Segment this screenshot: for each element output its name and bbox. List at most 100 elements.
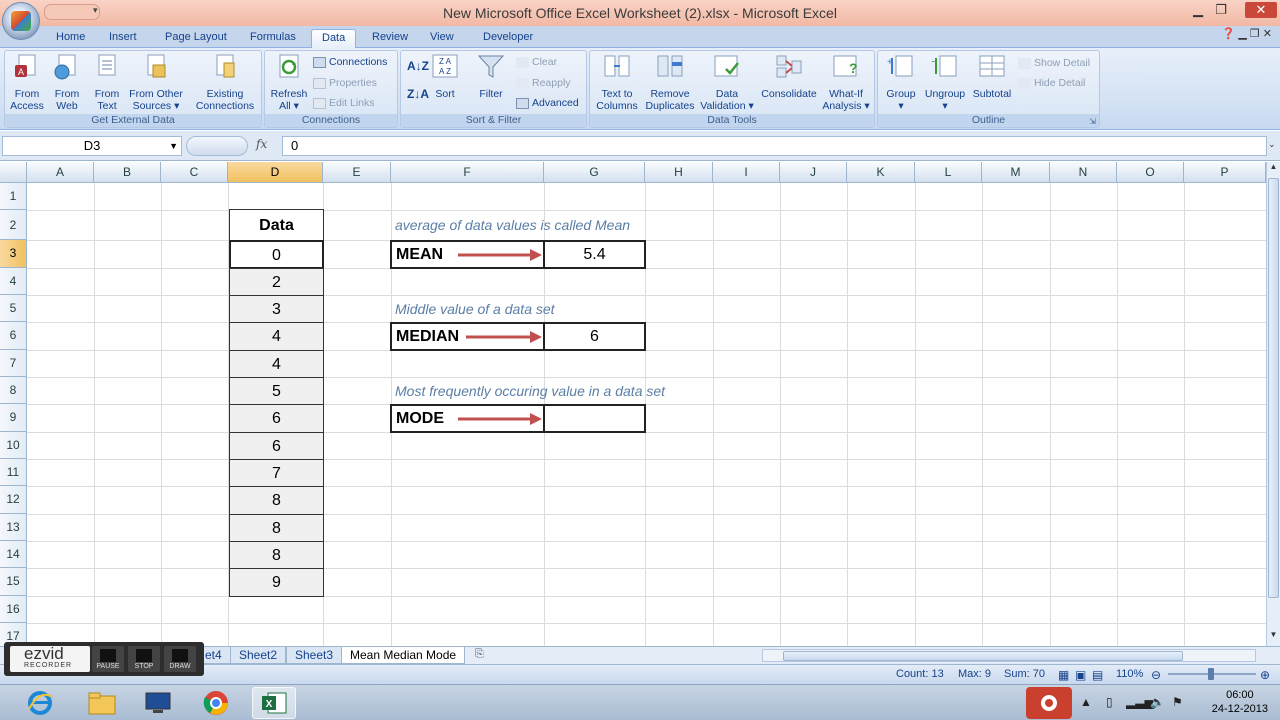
row-header-8[interactable]: 8 <box>0 377 27 404</box>
sheet-tab-sheet3[interactable]: Sheet3 <box>286 647 343 664</box>
data-cell-d15[interactable]: 9 <box>229 568 324 597</box>
zoom-slider[interactable] <box>1168 668 1256 680</box>
mean-note[interactable]: average of data values is called Mean <box>395 217 630 233</box>
column-header-m[interactable]: M <box>982 162 1050 183</box>
connections-button[interactable]: Connections <box>313 56 387 68</box>
tray-expand-icon[interactable]: ▲ <box>1080 695 1092 709</box>
row-header-5[interactable]: 5 <box>0 295 27 322</box>
sort-za-icon[interactable]: Z↓A <box>407 87 429 101</box>
excel-taskbar-icon[interactable]: X <box>252 687 296 719</box>
from-access-button[interactable]: A From Access <box>7 53 47 112</box>
file-explorer-icon[interactable] <box>80 687 124 719</box>
remove-duplicates-button[interactable]: Remove Duplicates <box>642 53 698 112</box>
close-button[interactable]: ✕ <box>1245 2 1277 18</box>
data-header-cell[interactable]: Data <box>229 209 324 241</box>
refresh-all-button[interactable]: Refresh All ▾ <box>267 53 311 112</box>
data-cell-d9[interactable]: 6 <box>229 404 324 433</box>
select-all-corner[interactable] <box>0 162 27 183</box>
from-other-sources-button[interactable]: From Other Sources ▾ <box>125 53 187 112</box>
filter-button[interactable]: Filter <box>473 53 509 100</box>
column-header-c[interactable]: C <box>161 162 228 183</box>
data-cell-d7[interactable]: 4 <box>229 350 324 378</box>
row-header-12[interactable]: 12 <box>0 486 27 514</box>
tab-home[interactable]: Home <box>46 29 95 48</box>
column-header-n[interactable]: N <box>1050 162 1117 183</box>
chrome-icon[interactable] <box>194 687 238 719</box>
subtotal-button[interactable]: Subtotal <box>968 53 1016 100</box>
sheet-tab-sheet2[interactable]: Sheet2 <box>230 647 287 664</box>
notification-icon[interactable]: ⚑ <box>1172 695 1183 709</box>
battery-icon[interactable]: ▯ <box>1106 695 1113 709</box>
column-header-o[interactable]: O <box>1117 162 1184 183</box>
help-icon[interactable]: ❓ ▁ ❐ ✕ <box>1222 27 1272 40</box>
existing-connections-button[interactable]: Existing Connections <box>191 53 259 112</box>
tab-developer[interactable]: Developer <box>473 29 543 48</box>
office-button[interactable] <box>2 2 40 40</box>
draw-button[interactable]: DRAW <box>164 646 196 672</box>
mean-value-cell[interactable]: 5.4 <box>543 240 646 269</box>
mode-value-cell[interactable] <box>543 404 646 433</box>
tab-review[interactable]: Review <box>362 29 418 48</box>
tab-insert[interactable]: Insert <box>99 29 147 48</box>
column-header-k[interactable]: K <box>847 162 915 183</box>
mode-note[interactable]: Most frequently occuring value in a data… <box>395 383 665 399</box>
data-cell-d6[interactable]: 4 <box>229 322 324 351</box>
data-cell-d14[interactable]: 8 <box>229 541 324 569</box>
sort-button[interactable]: Z AA Z Sort <box>427 53 463 100</box>
column-header-p[interactable]: P <box>1184 162 1266 183</box>
zoom-level[interactable]: 110% <box>1116 668 1143 680</box>
column-header-e[interactable]: E <box>323 162 391 183</box>
data-cell-d4[interactable]: 2 <box>229 268 324 296</box>
consolidate-button[interactable]: Consolidate <box>756 53 822 100</box>
data-cell-d11[interactable]: 7 <box>229 459 324 487</box>
internet-explorer-icon[interactable] <box>18 687 62 719</box>
worksheet-grid[interactable]: A B C D E F G H I J K L M N O P 1 2 3 4 … <box>0 162 1266 646</box>
data-cell-d8[interactable]: 5 <box>229 377 324 405</box>
column-header-g[interactable]: G <box>544 162 645 183</box>
row-header-6[interactable]: 6 <box>0 322 27 350</box>
group-button[interactable]: + Group ▾ <box>880 53 922 112</box>
row-header-9[interactable]: 9 <box>0 404 27 432</box>
row-header-16[interactable]: 16 <box>0 596 27 623</box>
data-cell-d10[interactable]: 6 <box>229 432 324 460</box>
name-box[interactable]: D3 ▼ <box>2 136 182 156</box>
column-header-f[interactable]: F <box>391 162 544 183</box>
quick-access-toolbar[interactable] <box>44 4 100 20</box>
column-header-i[interactable]: I <box>713 162 780 183</box>
volume-icon[interactable]: 🔈 <box>1150 695 1165 709</box>
pause-button[interactable]: PAUSE <box>92 646 124 672</box>
system-clock[interactable]: 06:00 24-12-2013 <box>1212 688 1268 716</box>
data-cell-d3[interactable]: 0 <box>229 240 324 269</box>
from-text-button[interactable]: From Text <box>87 53 127 112</box>
insert-sheet-icon[interactable]: ⎘ <box>475 648 484 661</box>
qat-dropdown-icon[interactable]: ▾ <box>93 5 98 16</box>
show-detail-button[interactable]: Show Detail <box>1018 57 1090 69</box>
page-break-view-icon[interactable]: ▤ <box>1092 668 1103 682</box>
what-if-analysis-button[interactable]: ? What-If Analysis ▾ <box>820 53 872 112</box>
formula-input[interactable]: 0 <box>282 136 1267 156</box>
name-box-dropdown-icon[interactable]: ▼ <box>169 137 178 155</box>
median-value-cell[interactable]: 6 <box>543 322 646 351</box>
row-header-4[interactable]: 4 <box>0 268 27 295</box>
tab-data[interactable]: Data <box>311 29 357 48</box>
horizontal-scrollbar[interactable] <box>762 649 1256 662</box>
vertical-scrollbar[interactable]: ▲ ▼ <box>1266 162 1280 646</box>
column-header-b[interactable]: B <box>94 162 161 183</box>
row-header-11[interactable]: 11 <box>0 459 27 486</box>
recorder-app-icon[interactable] <box>1026 687 1072 719</box>
row-header-3[interactable]: 3 <box>0 240 27 268</box>
vertical-scroll-thumb[interactable] <box>1268 178 1279 598</box>
column-header-j[interactable]: J <box>780 162 847 183</box>
zoom-out-icon[interactable]: ⊖ <box>1151 668 1161 682</box>
tab-page-layout[interactable]: Page Layout <box>155 29 237 48</box>
media-center-icon[interactable] <box>136 687 180 719</box>
page-layout-view-icon[interactable]: ▣ <box>1075 668 1086 682</box>
data-cell-d13[interactable]: 8 <box>229 514 324 542</box>
expand-formula-icon[interactable]: ⌄ <box>1268 139 1276 150</box>
sheet-tab-mean-median-mode[interactable]: Mean Median Mode <box>341 647 466 664</box>
text-to-columns-button[interactable]: Text to Columns <box>592 53 642 112</box>
column-header-a[interactable]: A <box>27 162 94 183</box>
clear-button[interactable]: Clear <box>516 56 557 68</box>
data-validation-button[interactable]: Data Validation ▾ <box>700 53 754 112</box>
dialog-launcher-icon[interactable]: ⇲ <box>1089 117 1096 126</box>
